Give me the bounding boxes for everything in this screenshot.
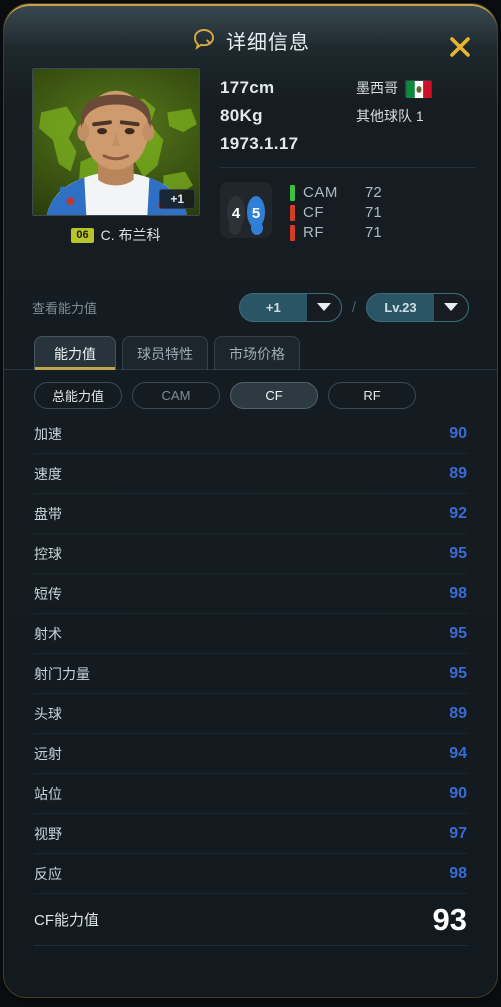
tab-market-price[interactable]: 市场价格 (214, 336, 300, 370)
player-birthdate: 1973.1.17 (220, 134, 299, 153)
player-summary: +1 06 C. 布兰科 177cm 墨西哥 80Kg 其他球队 1 1973.… (4, 68, 497, 280)
stat-value: 98 (449, 864, 467, 882)
player-photo[interactable]: +1 (32, 68, 200, 216)
stat-label: 盘带 (34, 505, 62, 522)
stat-value: 89 (449, 464, 467, 482)
table-row: 加速 90 (34, 414, 467, 454)
info-divider (220, 167, 475, 168)
player-level-dropdown[interactable]: Lv.23 (366, 292, 469, 322)
player-photo-column: +1 06 C. 布兰科 (4, 68, 204, 280)
page-title: 详细信息 (226, 29, 310, 54)
close-icon (447, 34, 473, 65)
position-filter-chips: 总能力值 CAM CF RF (4, 378, 497, 412)
detail-dialog-screen: 详细信息 +1 06 C. 布兰科 177cm 墨西哥 80Kg 其他球队 1 … (0, 0, 501, 1007)
position-value: 71 (365, 224, 382, 241)
stat-value: 90 (449, 784, 467, 802)
chevron-down-icon (434, 293, 468, 321)
stat-value: 89 (449, 704, 467, 722)
view-rating-label: 查看能力值 (32, 300, 98, 316)
tab-traits[interactable]: 球员特性 (122, 336, 208, 370)
total-rating-row: CF能力值 93 (34, 894, 467, 946)
chip-cf[interactable]: CF (230, 381, 318, 409)
position-color-bar (290, 224, 295, 241)
stat-value: 90 (449, 424, 467, 442)
svg-text:5: 5 (252, 205, 260, 222)
foot-rating-widget: 4 5 (220, 182, 272, 238)
stat-value: 95 (449, 624, 467, 642)
chip-overall[interactable]: 总能力值 (34, 381, 122, 409)
stat-value: 98 (449, 584, 467, 602)
position-rating-list: CAM 72 CF 71 RF 71 (290, 182, 382, 241)
table-row: 头球 89 (34, 694, 467, 734)
tab-abilities[interactable]: 能力值 (34, 336, 116, 370)
photo-plus-badge: +1 (159, 189, 195, 209)
dropdown-separator: / (351, 298, 356, 316)
table-row: 速度 89 (34, 454, 467, 494)
view-rating-row: 查看能力值 +1 / Lv.23 (4, 286, 497, 328)
table-row: 射术 95 (34, 614, 467, 654)
training-level-dropdown[interactable]: +1 (238, 292, 342, 322)
stat-value: 95 (449, 544, 467, 562)
stat-label: 远射 (34, 745, 62, 762)
list-item: CAM 72 (290, 184, 382, 201)
table-row: 射门力量 95 (34, 654, 467, 694)
position-name: RF (303, 224, 324, 241)
table-row: 盘带 92 (34, 494, 467, 534)
tabs-divider (4, 369, 497, 370)
stat-label: 站位 (34, 785, 62, 802)
total-rating-label: CF能力值 (34, 912, 99, 929)
training-level-value: +1 (265, 299, 281, 315)
table-row: 视野 97 (34, 814, 467, 854)
svg-text:4: 4 (232, 205, 241, 222)
main-tabs: 能力值 球员特性 市场价格 (4, 334, 497, 370)
player-nationality-label: 墨西哥 (356, 80, 398, 96)
stats-list: 加速 90 速度 89 盘带 92 控球 95 短传 98 射术 95 射门力量… (4, 414, 497, 946)
stat-label: 射门力量 (34, 665, 90, 682)
table-row: 短传 98 (34, 574, 467, 614)
stat-label: 短传 (34, 585, 62, 602)
total-rating-value: 93 (432, 901, 467, 937)
stat-label: 射术 (34, 625, 62, 642)
stat-label: 加速 (34, 425, 62, 442)
position-name: CF (303, 204, 324, 221)
stat-label: 速度 (34, 465, 62, 482)
table-row: 反应 98 (34, 854, 467, 894)
player-detail-panel: 详细信息 +1 06 C. 布兰科 177cm 墨西哥 80Kg 其他球队 1 … (4, 4, 497, 997)
player-info-column: 177cm 墨西哥 80Kg 其他球队 1 1973.1.17 4 5 CAM … (204, 68, 497, 280)
player-club: 其他球队 1 (356, 108, 424, 124)
close-button[interactable] (445, 34, 475, 64)
stat-value: 92 (449, 504, 467, 522)
chevron-down-icon (306, 293, 341, 321)
list-item: CF 71 (290, 204, 382, 221)
player-weight: 80Kg (220, 106, 263, 125)
table-row: 站位 90 (34, 774, 467, 814)
search-bubble-icon (191, 27, 217, 53)
position-section: 4 5 CAM 72 CF 71 RF 71 (220, 182, 475, 241)
player-level-value: Lv.23 (384, 299, 417, 315)
stat-label: 视野 (34, 825, 62, 842)
position-badge: 06 (71, 227, 94, 243)
stat-label: 控球 (34, 545, 62, 562)
position-value: 72 (365, 184, 382, 201)
position-color-bar (290, 184, 295, 201)
stat-label: 反应 (34, 865, 62, 882)
stat-value: 97 (449, 824, 467, 842)
dialog-header: 详细信息 (4, 16, 497, 64)
position-value: 71 (365, 204, 382, 221)
stat-value: 94 (449, 744, 467, 762)
list-item: RF 71 (290, 224, 382, 241)
player-height: 177cm (220, 78, 275, 97)
player-nationality: 墨西哥 (348, 78, 475, 98)
stat-label: 头球 (34, 705, 62, 722)
table-row: 控球 95 (34, 534, 467, 574)
chip-rf[interactable]: RF (328, 381, 416, 409)
position-name: CAM (303, 184, 338, 201)
position-color-bar (290, 204, 295, 221)
player-name-row: 06 C. 布兰科 (32, 225, 200, 245)
player-name: C. 布兰科 (100, 227, 161, 243)
mexico-flag-icon (405, 79, 432, 98)
stat-value: 95 (449, 664, 467, 682)
chip-cam[interactable]: CAM (132, 381, 220, 409)
table-row: 远射 94 (34, 734, 467, 774)
